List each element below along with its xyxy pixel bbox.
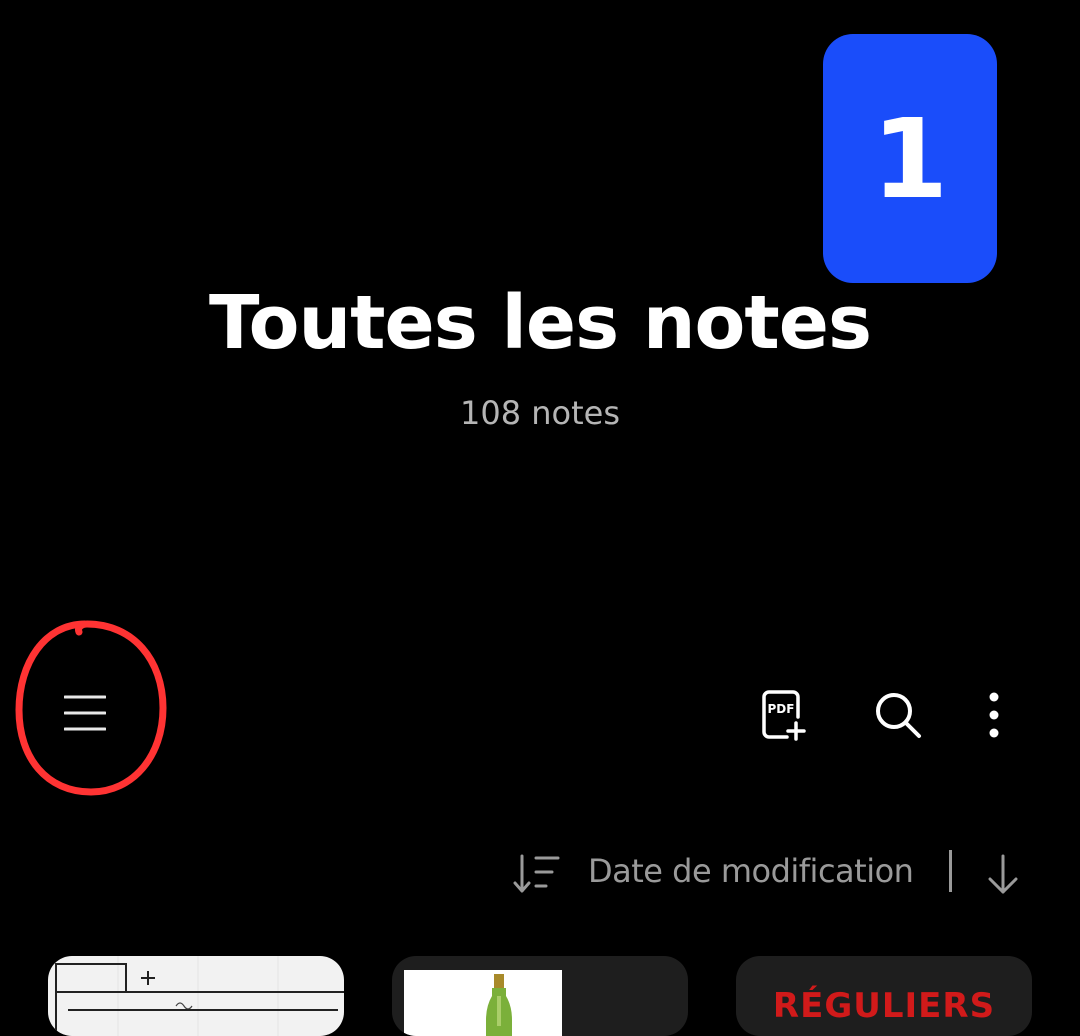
import-pdf-button[interactable]: PDF [749, 680, 819, 750]
sort-divider [949, 850, 952, 892]
note-card[interactable] [392, 956, 688, 1036]
search-button[interactable] [863, 680, 933, 750]
step-number-badge: 1 [823, 34, 997, 283]
arrow-down-icon[interactable] [983, 852, 1023, 896]
note-heading: RÉGULIERS [772, 986, 996, 1026]
pdf-icon-label: PDF [768, 702, 795, 716]
pdf-add-icon: PDF [762, 690, 806, 741]
note-card[interactable] [48, 956, 344, 1036]
step-number: 1 [871, 94, 949, 223]
handwritten-table-thumbnail [55, 956, 344, 1036]
more-vertical-icon [989, 692, 999, 738]
page-title: Toutes les notes [208, 280, 872, 366]
more-options-button[interactable] [959, 680, 1029, 750]
sort-bar: Date de modification [510, 848, 1040, 898]
note-image-thumbnail [404, 970, 562, 1036]
sort-icon[interactable] [510, 852, 562, 896]
note-card[interactable]: RÉGULIERS [736, 956, 1032, 1036]
hamburger-menu-icon [64, 695, 106, 731]
menu-button[interactable] [44, 672, 126, 754]
search-icon [876, 693, 921, 738]
sort-label[interactable]: Date de modification [588, 852, 914, 890]
bottle-icon [486, 974, 512, 1036]
note-count: 108 notes [459, 394, 620, 432]
